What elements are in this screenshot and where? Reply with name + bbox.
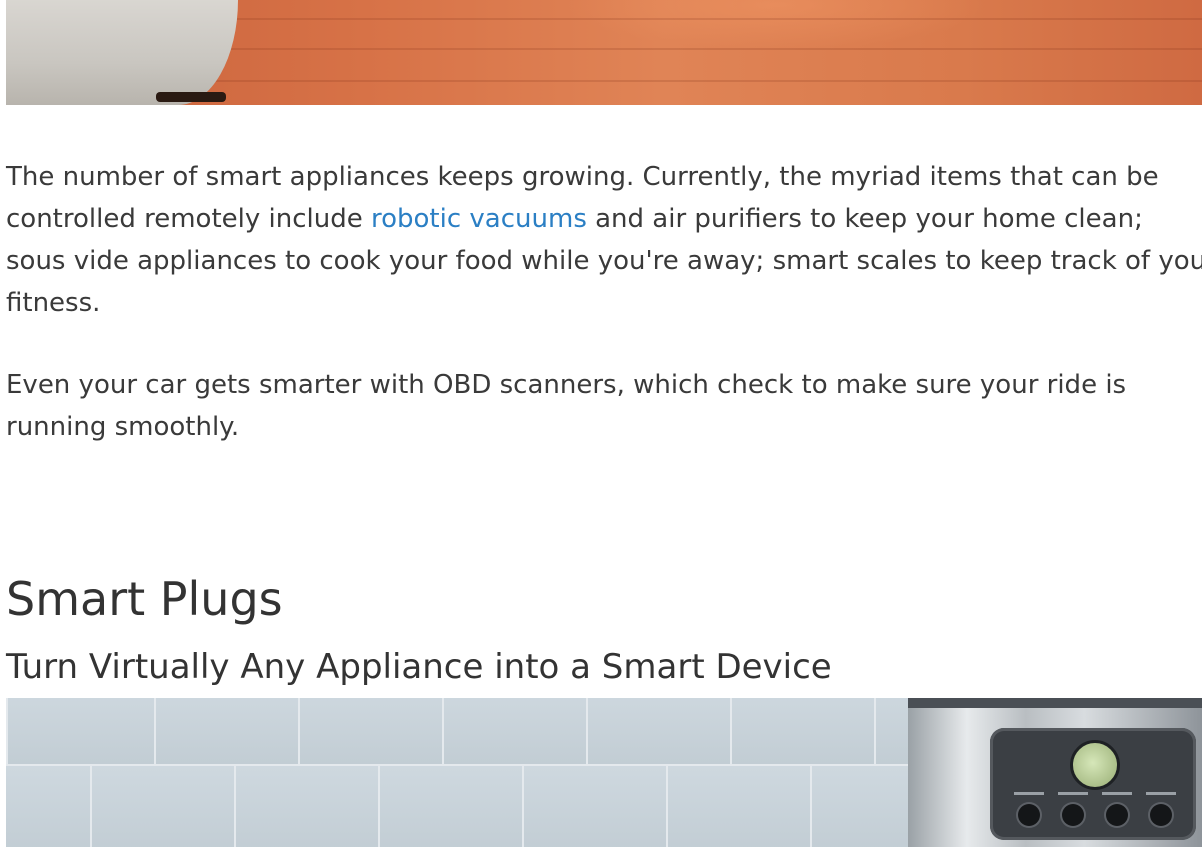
paragraph-text: and air purifiers to keep your home clea…: [586, 204, 1143, 234]
coffee-maker-appliance: [908, 698, 1202, 847]
backsplash-tile: [90, 764, 236, 847]
backsplash-tile: [378, 764, 524, 847]
smart-plug-appliance-image: [6, 698, 1202, 847]
backsplash-tile: [442, 698, 588, 766]
backsplash-tile: [586, 698, 732, 766]
appliance-control-panel: [990, 728, 1196, 840]
robotic-vacuum-image: [6, 0, 1202, 105]
appliance-knob: [1062, 804, 1084, 826]
paragraph-line: controlled remotely include robotic vacu…: [6, 198, 1202, 240]
coffee-maker-rim: [908, 698, 1202, 708]
backsplash-tile: [234, 764, 380, 847]
floor-light-reflection: [566, 0, 986, 50]
knob-label-mark: [1102, 792, 1132, 795]
paragraph-line: Even your car gets smarter with OBD scan…: [6, 370, 1127, 400]
backsplash-tile: [154, 698, 300, 766]
appliance-knob: [1106, 804, 1128, 826]
knob-label-mark: [1058, 792, 1088, 795]
section-title: Smart Plugs: [6, 572, 283, 626]
paragraph-text: controlled remotely include: [6, 204, 371, 234]
appliance-knob: [1018, 804, 1040, 826]
appliance-base-shape: [6, 0, 238, 105]
article-body: The number of smart appliances keeps gro…: [6, 156, 1202, 448]
paragraph-obd-scanners: Even your car gets smarter with OBD scan…: [6, 364, 1202, 448]
paragraph-line: running smoothly.: [6, 412, 240, 442]
backsplash-tile: [730, 698, 876, 766]
backsplash-tile: [6, 698, 156, 766]
knob-label-mark: [1014, 792, 1044, 795]
backsplash-tile: [666, 764, 812, 847]
backsplash-tile: [298, 698, 444, 766]
article-page: The number of smart appliances keeps gro…: [0, 0, 1202, 847]
paragraph-line: The number of smart appliances keeps gro…: [6, 162, 1159, 192]
appliance-display: [1070, 740, 1120, 790]
knob-label-mark: [1146, 792, 1176, 795]
paragraph-line: fitness.: [6, 288, 101, 318]
paragraph-line: sous vide appliances to cook your food w…: [6, 246, 1202, 276]
appliance-shadow: [156, 92, 226, 102]
section-subtitle: Turn Virtually Any Appliance into a Smar…: [6, 647, 832, 687]
paragraph-smart-appliances: The number of smart appliances keeps gro…: [6, 156, 1202, 324]
robotic-vacuums-link[interactable]: robotic vacuums: [371, 204, 587, 234]
backsplash-tile: [6, 764, 92, 847]
appliance-knob: [1150, 804, 1172, 826]
backsplash-tile: [522, 764, 668, 847]
